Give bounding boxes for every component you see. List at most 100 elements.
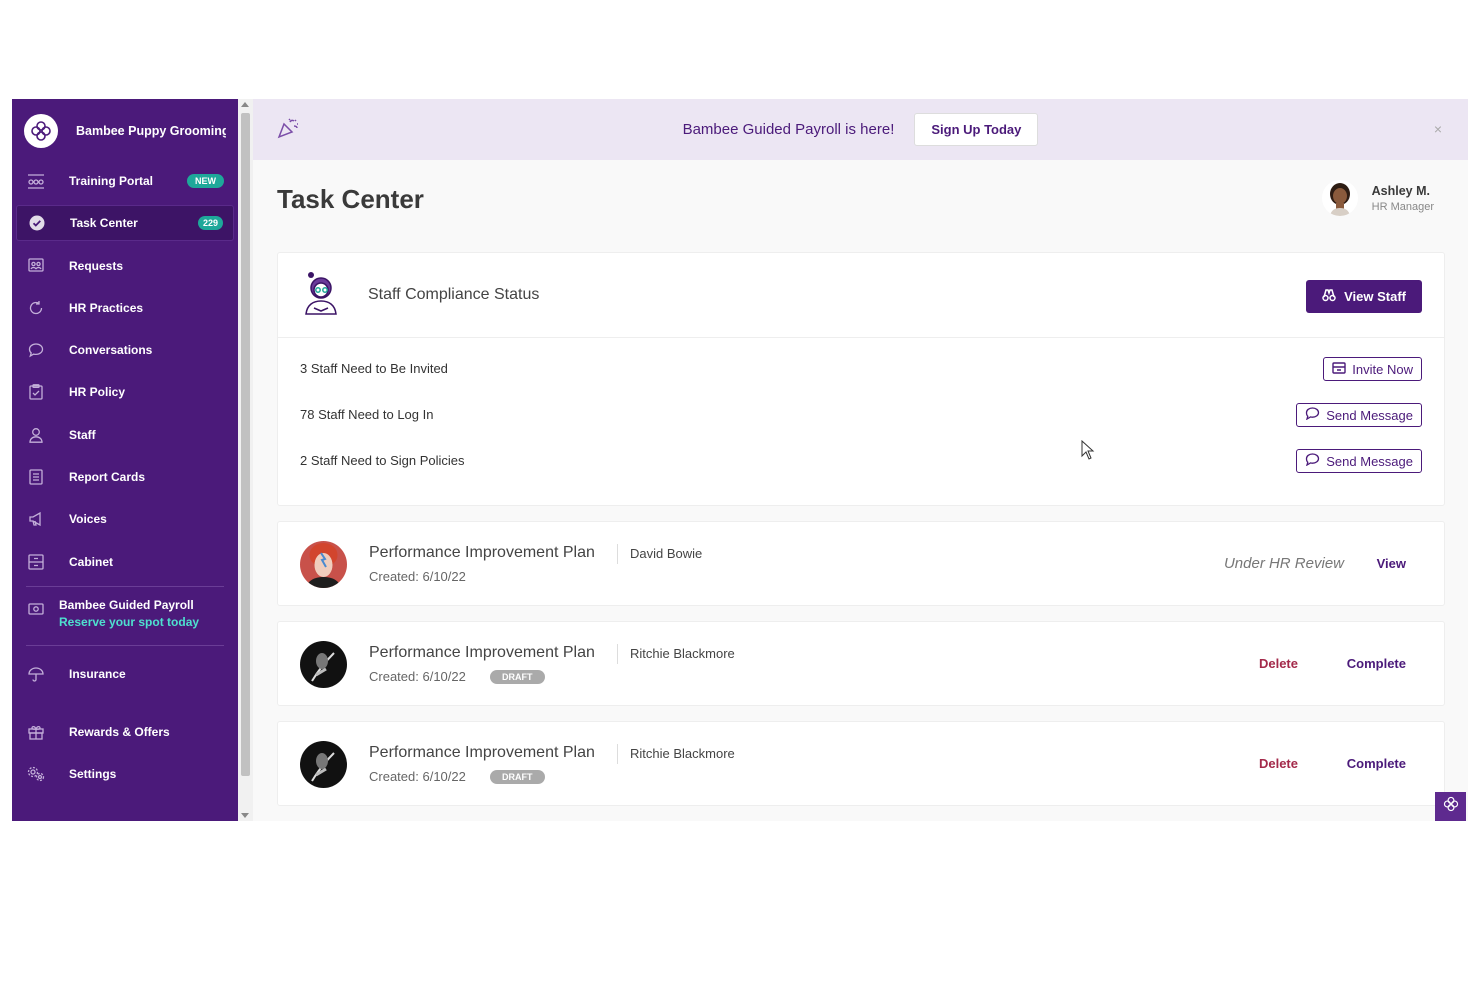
plan-title[interactable]: Performance Improvement Plan xyxy=(369,544,595,562)
sidebar-item-report-cards[interactable]: Report Cards xyxy=(16,459,234,495)
complete-link[interactable]: Complete xyxy=(1347,756,1406,771)
mouse-cursor-icon xyxy=(1081,439,1095,465)
scroll-down-icon[interactable] xyxy=(241,813,249,818)
sidebar-item-voices[interactable]: Voices xyxy=(16,501,234,537)
invite-now-button[interactable]: Invite Now xyxy=(1323,357,1422,381)
sidebar-divider xyxy=(26,644,224,646)
plan-card: Performance Improvement Plan Ritchie Bla… xyxy=(277,621,1445,706)
sidebar-item-label: Requests xyxy=(69,258,124,273)
sidebar-item-label: Conversations xyxy=(69,343,153,358)
main-content: Bambee Guided Payroll is here! Sign Up T… xyxy=(253,99,1468,821)
brand[interactable]: Bambee Puppy Grooming xyxy=(12,99,238,163)
bambee-logo-icon xyxy=(24,114,58,148)
sidebar-item-hr-policy[interactable]: HR Policy xyxy=(16,374,234,410)
sidebar-item-hr-practices[interactable]: HR Practices xyxy=(16,290,234,326)
refresh-icon xyxy=(26,298,46,318)
view-staff-button[interactable]: View Staff xyxy=(1306,280,1422,313)
plan-status: Under HR Review xyxy=(1223,555,1344,572)
sidebar-item-conversations[interactable]: Conversations xyxy=(16,332,234,368)
avatar xyxy=(300,641,347,688)
view-link[interactable]: View xyxy=(1377,556,1406,571)
sidebar-item-label: Settings xyxy=(69,767,117,782)
view-staff-label: View Staff xyxy=(1344,289,1406,304)
send-message-label: Send Message xyxy=(1326,407,1413,423)
binoculars-icon xyxy=(1322,288,1336,305)
megaphone-icon xyxy=(26,509,46,529)
compliance-illustration-icon xyxy=(300,270,342,321)
sidebar-item-label: HR Policy xyxy=(69,385,126,400)
delete-link[interactable]: Delete xyxy=(1259,756,1298,771)
app-window: Bambee Puppy Grooming Training Portal NE… xyxy=(12,99,1468,821)
delete-link[interactable]: Delete xyxy=(1259,656,1298,671)
sidebar-item-label: Staff xyxy=(69,427,96,442)
sidebar-item-insurance[interactable]: Insurance xyxy=(16,656,234,692)
sign-up-today-button[interactable]: Sign Up Today xyxy=(914,113,1039,146)
sidebar-item-task-center[interactable]: Task Center 229 xyxy=(16,205,234,242)
sidebar-nav: Training Portal NEW Task Center 229 Requ… xyxy=(12,163,238,580)
company-name: Bambee Puppy Grooming xyxy=(76,124,226,138)
plan-title[interactable]: Performance Improvement Plan xyxy=(369,744,595,762)
user-role: HR Manager xyxy=(1371,200,1434,213)
requests-icon xyxy=(26,256,46,276)
payroll-banner: Bambee Guided Payroll is here! Sign Up T… xyxy=(253,99,1468,160)
sidebar-item-cabinet[interactable]: Cabinet xyxy=(16,544,234,580)
invite-now-label: Invite Now xyxy=(1352,361,1413,377)
draft-badge: DRAFT xyxy=(490,770,545,784)
task-count-badge: 229 xyxy=(197,216,223,231)
check-circle-icon xyxy=(27,213,47,233)
sidebar-item-settings[interactable]: Settings xyxy=(16,756,234,792)
payroll-icon xyxy=(26,599,46,619)
sidebar-item-label: Report Cards xyxy=(69,470,146,485)
user-profile[interactable]: Ashley M. HR Manager xyxy=(1321,180,1434,216)
sidebar-item-label: Training Portal xyxy=(69,174,154,188)
chat-icon xyxy=(26,340,46,360)
compliance-row-label: 3 Staff Need to Be Invited xyxy=(300,361,448,376)
sidebar-item-requests[interactable]: Requests xyxy=(16,248,234,284)
plan-employee-name: Ritchie Blackmore xyxy=(630,746,735,761)
bambee-logo-icon xyxy=(1443,796,1459,817)
compliance-title: Staff Compliance Status xyxy=(368,286,540,303)
plan-employee-name: David Bowie xyxy=(630,546,703,561)
scroll-up-icon[interactable] xyxy=(241,102,249,107)
send-message-button[interactable]: Send Message xyxy=(1296,449,1422,473)
plan-title[interactable]: Performance Improvement Plan xyxy=(369,644,595,662)
close-icon[interactable]: × xyxy=(1434,121,1442,137)
separator xyxy=(617,744,618,764)
scrollbar-thumb[interactable] xyxy=(241,113,250,776)
sidebar-item-label: Rewards & Offers xyxy=(69,724,170,739)
complete-link[interactable]: Complete xyxy=(1347,656,1406,671)
plan-created-date: Created: 6/10/22 xyxy=(369,669,466,684)
chat-icon xyxy=(1305,407,1320,423)
sidebar-item-label: HR Practices xyxy=(69,300,144,315)
person-icon xyxy=(26,425,46,445)
page-header: Task Center Ashley M. HR Manager xyxy=(253,160,1468,250)
sidebar-item-rewards[interactable]: Rewards & Offers xyxy=(16,714,234,750)
sidebar-scrollbar[interactable] xyxy=(238,99,253,821)
plan-card: Performance Improvement Plan Ritchie Bla… xyxy=(277,721,1445,806)
sidebar-item-training-portal[interactable]: Training Portal NEW xyxy=(16,163,234,199)
sidebar-item-label: Cabinet xyxy=(69,554,114,569)
page-title: Task Center xyxy=(277,184,424,214)
draft-badge: DRAFT xyxy=(490,670,545,684)
help-widget-button[interactable] xyxy=(1435,792,1466,821)
cabinet-icon xyxy=(26,552,46,572)
sidebar: Bambee Puppy Grooming Training Portal NE… xyxy=(12,99,238,821)
new-badge: NEW xyxy=(187,174,224,188)
sidebar-item-staff[interactable]: Staff xyxy=(16,417,234,453)
compliance-row-label: 2 Staff Need to Sign Policies xyxy=(300,453,465,468)
envelope-icon xyxy=(1332,361,1346,377)
payroll-title: Bambee Guided Payroll xyxy=(59,597,194,612)
payroll-reserve-link[interactable]: Reserve your spot today xyxy=(59,614,238,631)
gift-icon xyxy=(26,722,46,742)
plan-employee-name: Ritchie Blackmore xyxy=(630,646,735,661)
avatar xyxy=(1321,180,1358,216)
send-message-button[interactable]: Send Message xyxy=(1296,403,1422,427)
plan-created-date: Created: 6/10/22 xyxy=(369,769,466,784)
compliance-row-login: 78 Staff Need to Log In Send Message xyxy=(278,395,1444,441)
sidebar-item-label: Voices xyxy=(69,512,107,527)
sidebar-item-guided-payroll[interactable]: Bambee Guided Payroll Reserve your spot … xyxy=(12,587,238,645)
party-popper-icon xyxy=(277,117,301,144)
plan-card: Performance Improvement Plan David Bowie… xyxy=(277,521,1445,606)
staff-compliance-card: Staff Compliance Status View Staff 3 Sta… xyxy=(277,252,1445,506)
plan-created-date: Created: 6/10/22 xyxy=(369,569,466,584)
